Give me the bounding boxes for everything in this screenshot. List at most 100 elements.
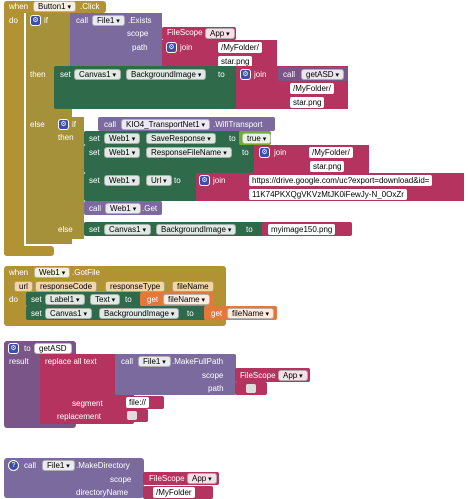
property-dropdown-text[interactable]: Text	[90, 294, 121, 305]
component-dropdown-canvas1[interactable]: Canvas1	[74, 69, 122, 80]
set-keyword: set	[89, 176, 100, 185]
join-mutator-gear-icon[interactable]: ⚙	[259, 147, 270, 158]
component-dropdown-label1[interactable]: Label1	[45, 294, 85, 305]
property-dropdown-bgimage[interactable]: BackgroundImage	[126, 69, 207, 80]
method-makefullpath: .MakeFullPath	[172, 357, 224, 366]
mutator-gear-icon[interactable]: ⚙	[58, 119, 69, 130]
string-url-base[interactable]: https://drive.google.com/uc?export=downl…	[249, 175, 433, 186]
component-dropdown-web1[interactable]: Web1	[104, 133, 141, 144]
replace-all-label: replace all text	[45, 357, 97, 366]
method-get: .Get	[142, 204, 158, 213]
do-keyword: do	[9, 16, 18, 25]
set-keyword: set	[31, 295, 42, 304]
get-keyword: get	[147, 295, 159, 304]
string-myfolder[interactable]: /MyFolder/	[290, 83, 334, 94]
join-mutator-gear-icon[interactable]: ⚙	[199, 175, 210, 186]
component-dropdown-web1[interactable]: Web1	[104, 147, 141, 158]
filescope-dropdown-app[interactable]: App	[205, 28, 235, 39]
replacement-label: replacement	[57, 412, 102, 421]
string-file-id[interactable]: 11K74PKXQgVKVzMtJK0iFewJy-N_0OxZr	[249, 189, 407, 200]
empty-string-slot[interactable]	[127, 411, 137, 420]
set-keyword: set	[60, 70, 71, 79]
filescope-label: FileScope	[149, 474, 185, 483]
component-dropdown-kio4transport[interactable]: KIO4_TransportNet1	[121, 119, 210, 130]
set-keyword: set	[89, 225, 100, 234]
when-keyword: when	[9, 2, 29, 11]
property-dropdown-bgimage[interactable]: BackgroundImage	[99, 308, 180, 319]
param-filename[interactable]: fileName	[172, 281, 214, 292]
component-dropdown-file1[interactable]: File1	[138, 356, 171, 367]
if-keyword: if	[72, 120, 76, 129]
set-web-url-block[interactable]	[84, 173, 202, 201]
component-dropdown-button1[interactable]: Button1	[33, 1, 77, 12]
to-keyword: to	[229, 134, 236, 143]
directoryname-label: directoryName	[76, 488, 129, 497]
component-dropdown-canvas1[interactable]: Canvas1	[45, 308, 93, 319]
if-keyword: if	[44, 16, 48, 25]
else-keyword: else	[58, 225, 73, 234]
to-keyword: to	[24, 344, 31, 353]
then-keyword: then	[58, 133, 74, 142]
component-dropdown-web1[interactable]: Web1	[105, 203, 142, 214]
then-keyword: then	[30, 70, 46, 79]
component-dropdown-canvas1[interactable]: Canvas1	[104, 224, 152, 235]
param-url[interactable]: url	[14, 281, 33, 292]
event-name-click: .Click	[80, 2, 100, 11]
call-keyword: call	[283, 70, 296, 79]
call-keyword: call	[104, 120, 117, 129]
method-makedirectory: .MakeDirectory	[76, 461, 130, 470]
property-dropdown-responsefilename[interactable]: ResponseFileName	[146, 147, 232, 158]
set-keyword: set	[89, 148, 100, 157]
do-keyword: do	[9, 295, 18, 304]
help-question-icon[interactable]: ?	[8, 460, 19, 471]
filescope-dropdown-app[interactable]: App	[187, 473, 217, 484]
component-dropdown-file1[interactable]: File1	[92, 15, 125, 26]
procedure-name-getasd[interactable]: getASD	[34, 343, 72, 354]
mutator-gear-icon[interactable]: ⚙	[30, 15, 41, 26]
procedure-dropdown-getasd[interactable]: getASD	[301, 69, 345, 80]
join-label: join	[180, 43, 193, 52]
variable-dropdown-filename[interactable]: fileName	[227, 308, 275, 319]
call-keyword: call	[89, 204, 102, 213]
string-myfolder[interactable]: /MyFolder/	[309, 147, 353, 158]
call-keyword: call	[76, 16, 89, 25]
filescope-label: FileScope	[167, 28, 203, 37]
mutator-gear-icon[interactable]: ⚙	[8, 343, 19, 354]
join-mutator-gear-icon[interactable]: ⚙	[166, 42, 177, 53]
join-label: join	[274, 148, 287, 157]
string-myimage[interactable]: myimage150.png	[268, 224, 336, 235]
property-dropdown-saveresponse[interactable]: SaveResponse	[146, 133, 216, 144]
to-keyword: to	[246, 225, 253, 234]
boolean-dropdown-true[interactable]: true	[242, 133, 272, 144]
to-keyword: to	[242, 148, 249, 157]
empty-string-slot[interactable]	[246, 384, 256, 393]
property-dropdown-bgimage[interactable]: BackgroundImage	[156, 224, 237, 235]
join-mutator-gear-icon[interactable]: ⚙	[240, 69, 251, 80]
path-label: path	[208, 384, 224, 393]
method-wifitransport: .WifiTransport	[213, 120, 263, 129]
string-myfolder[interactable]: /MyFolder	[153, 487, 195, 498]
scope-label: scope	[127, 29, 149, 38]
component-dropdown-web1[interactable]: Web1	[104, 175, 141, 186]
click-event-body	[4, 1, 24, 256]
scope-label: scope	[202, 371, 224, 380]
segment-label: segment	[72, 399, 103, 408]
variable-dropdown-filename[interactable]: fileName	[163, 294, 211, 305]
method-exists: .Exists	[128, 16, 152, 25]
event-name-gotfile: .GotFile	[72, 268, 101, 277]
to-keyword: to	[187, 309, 194, 318]
get-keyword: get	[211, 309, 223, 318]
component-dropdown-web1[interactable]: Web1	[34, 267, 71, 278]
to-keyword: to	[218, 70, 225, 79]
string-star-png[interactable]: star.png	[290, 97, 325, 108]
property-dropdown-url[interactable]: Url	[146, 175, 172, 186]
param-responsetype[interactable]: responseType	[105, 281, 166, 292]
string-star-png[interactable]: star.png	[310, 161, 345, 172]
string-file-scheme[interactable]: file://	[126, 397, 149, 408]
param-responsecode[interactable]: responseCode	[35, 281, 98, 292]
to-keyword: to	[174, 176, 181, 185]
component-dropdown-file1[interactable]: File1	[42, 460, 75, 471]
string-myfolder[interactable]: /MyFolder/	[218, 42, 262, 53]
filescope-dropdown-app[interactable]: App	[278, 370, 308, 381]
path-label: path	[132, 43, 148, 52]
